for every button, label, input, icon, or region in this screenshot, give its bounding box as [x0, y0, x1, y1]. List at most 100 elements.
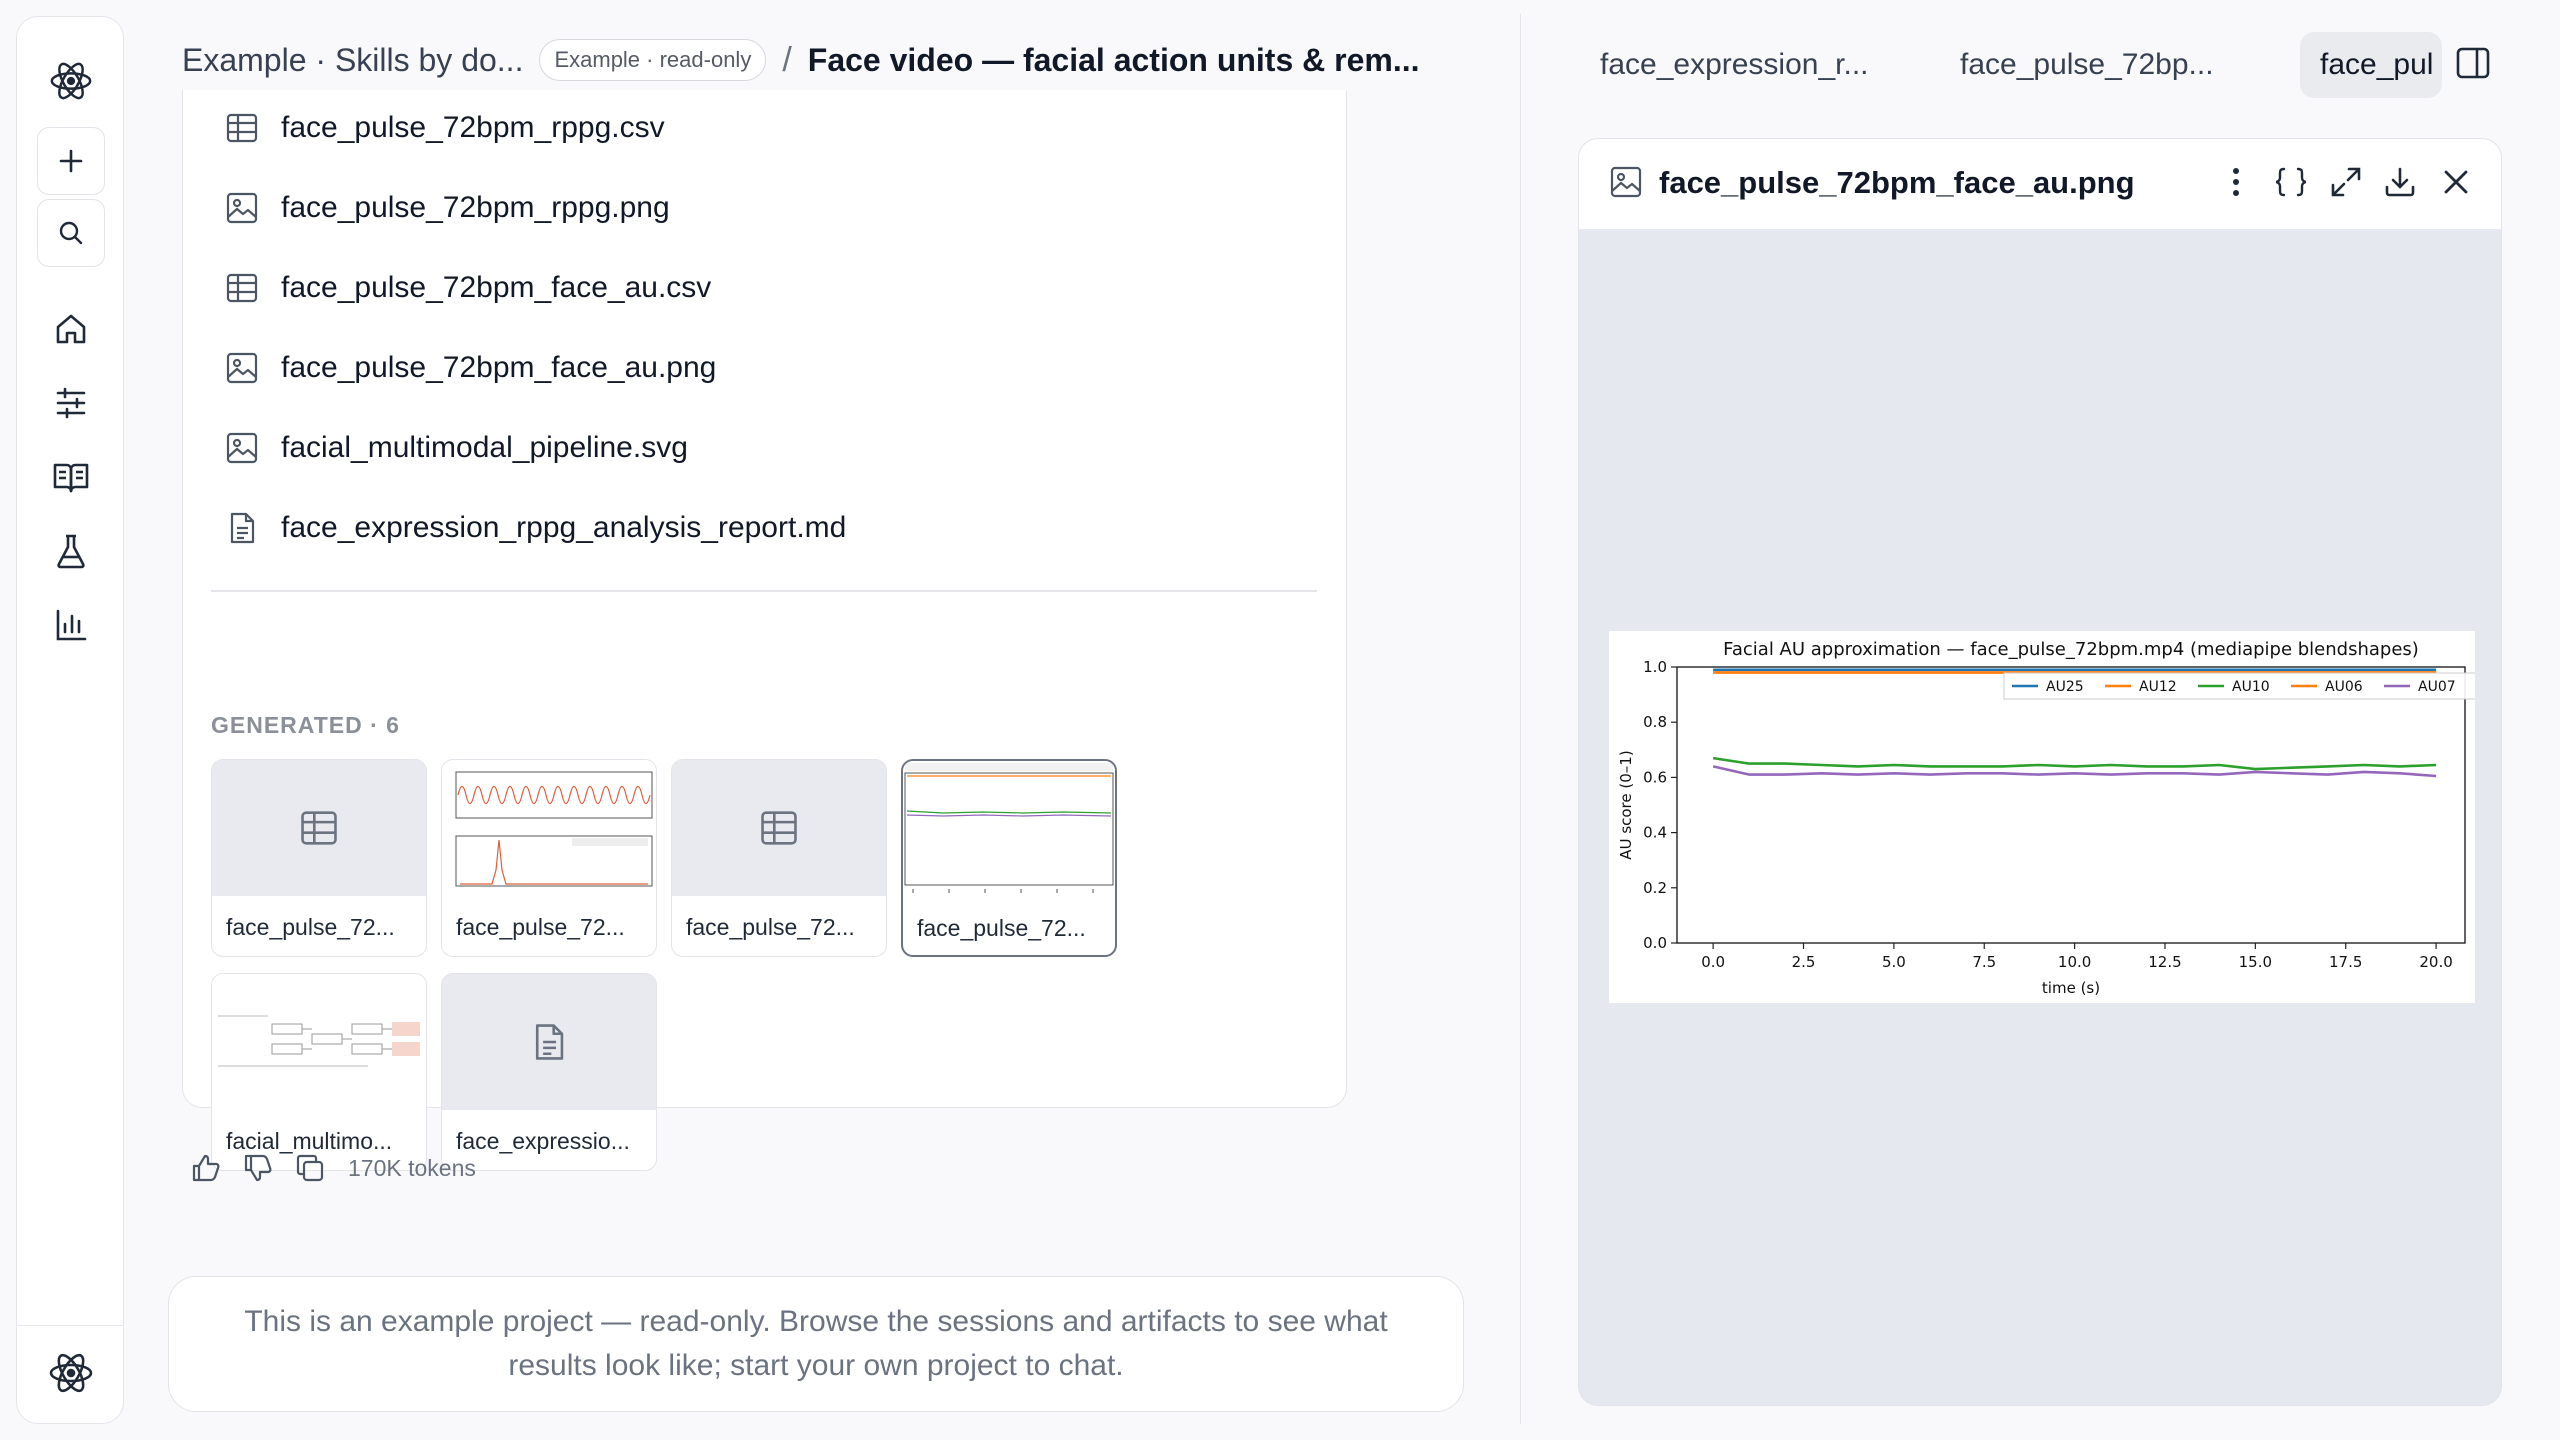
message-actions: 170K tokens [190, 1148, 476, 1188]
viewer-header: face_pulse_72bpm_face_au.png [1579, 139, 2501, 229]
thumbnail-name: face_pulse_72... [226, 914, 395, 940]
file-item[interactable]: facial_multimodal_pipeline.svg [225, 422, 688, 474]
y-tick-label: 0.6 [1643, 768, 1667, 786]
thumbnail-name: face_pulse_72... [456, 914, 625, 940]
thumbs-down-icon[interactable] [242, 1152, 274, 1184]
table-icon [761, 811, 797, 845]
series-line-au10 [1712, 756, 2437, 771]
atom-account-icon[interactable] [37, 1339, 105, 1407]
artifact-thumbnail-selected[interactable]: face_pulse_72... [901, 759, 1117, 957]
y-tick-label: 0.0 [1643, 934, 1667, 952]
json-braces-icon[interactable] [2273, 165, 2309, 199]
artifact-thumbnail[interactable]: face_pulse_72... [441, 759, 657, 957]
more-options-icon[interactable] [2219, 165, 2253, 199]
image-icon [226, 432, 258, 464]
new-session-button[interactable] [37, 127, 105, 195]
left-rail [16, 16, 124, 1424]
viewer-title: face_pulse_72bpm_face_au.png [1659, 165, 2135, 200]
y-tick-label: 1.0 [1643, 658, 1667, 676]
y-axis-label: AU score (0–1) [1617, 750, 1635, 859]
breadcrumb: Example · Skills by do... Example · read… [182, 34, 1420, 86]
expand-icon[interactable] [2329, 165, 2363, 199]
copy-icon[interactable] [294, 1152, 326, 1184]
tab-face-pulse-au[interactable]: face_pul [2300, 32, 2442, 98]
image-icon [226, 192, 258, 224]
artifact-thumbnail[interactable]: facial_multimo... [211, 973, 427, 1171]
flask-icon[interactable] [37, 517, 105, 585]
section-divider [211, 590, 1317, 592]
legend-label: AU10 [2232, 679, 2270, 695]
tab-face-pulse-rppg[interactable]: face_pulse_72bp... [1960, 38, 2260, 92]
download-icon[interactable] [2383, 165, 2417, 199]
au-chart: Facial AU approximation — face_pulse_72b… [1617, 639, 2478, 997]
atom-logo-icon[interactable] [37, 47, 105, 115]
file-item[interactable]: face_pulse_72bpm_face_au.png [225, 342, 716, 394]
book-icon[interactable] [37, 443, 105, 511]
chart-title: Facial AU approximation — face_pulse_72b… [1723, 639, 2419, 660]
thumbnail-preview [212, 760, 426, 896]
thumbs-up-icon[interactable] [190, 1152, 222, 1184]
table-icon [301, 811, 337, 845]
rail-divider [17, 1325, 123, 1326]
y-tick-label: 0.2 [1643, 879, 1667, 897]
file-item[interactable]: face_pulse_72bpm_rppg.csv [225, 102, 665, 154]
file-name: face_pulse_72bpm_rppg.csv [281, 111, 665, 144]
file-name: facial_multimodal_pipeline.svg [281, 431, 688, 464]
x-tick-label: 7.5 [1972, 953, 1996, 971]
thumbnail-preview [442, 974, 656, 1110]
read-only-notice: This is an example project — read-only. … [168, 1276, 1464, 1412]
x-tick-label: 2.5 [1792, 953, 1816, 971]
legend-label: AU25 [2046, 679, 2084, 695]
x-tick-label: 12.5 [2148, 953, 2181, 971]
session-title[interactable]: Face video — facial action units & rem..… [808, 42, 1420, 79]
file-name: face_pulse_72bpm_face_au.csv [281, 271, 712, 304]
au-chart-image: Facial AU approximation — face_pulse_72b… [1609, 631, 2478, 1003]
file-name: face_pulse_72bpm_rppg.png [281, 191, 670, 224]
x-tick-label: 0.0 [1701, 953, 1725, 971]
artifact-thumbnail[interactable]: face_expressio... [441, 973, 657, 1171]
plot-frame [1676, 666, 2466, 944]
read-only-badge: Example · read-only [539, 39, 767, 81]
thumbnail-preview [672, 760, 886, 896]
table-icon [226, 113, 258, 143]
home-icon[interactable] [37, 295, 105, 363]
document-icon [535, 1024, 564, 1060]
thumbnail-name: face_pulse_72... [917, 915, 1086, 941]
au-plot-preview [903, 761, 1115, 897]
artifact-thumbnail[interactable]: face_pulse_72... [671, 759, 887, 957]
document-icon [230, 512, 255, 544]
image-icon [1610, 166, 1642, 198]
series-line-au07 [1712, 765, 2437, 778]
artifact-thumbnail[interactable]: face_pulse_72... [211, 759, 427, 957]
legend-label: AU12 [2139, 679, 2177, 695]
legend-label: AU06 [2325, 679, 2363, 695]
artifact-viewer: face_pulse_72bpm_face_au.png Facial AU a… [1578, 138, 2502, 1406]
file-item[interactable]: face_expression_rppg_analysis_report.md [225, 502, 846, 554]
sliders-icon[interactable] [37, 369, 105, 437]
legend-label: AU07 [2418, 679, 2456, 695]
search-button[interactable] [37, 199, 105, 267]
x-tick-label: 20.0 [2419, 953, 2452, 971]
rppg-plot-preview [442, 760, 656, 896]
main-pane: Example · Skills by do... Example · read… [124, 0, 1520, 1440]
x-axis-label: time (s) [2042, 979, 2100, 997]
tab-face-expression-report[interactable]: face_expression_r... [1600, 38, 1900, 92]
file-item[interactable]: face_pulse_72bpm_rppg.png [225, 182, 670, 234]
y-tick-label: 0.8 [1643, 713, 1667, 731]
bar-chart-icon[interactable] [37, 591, 105, 659]
token-count: 170K tokens [348, 1154, 476, 1181]
generated-label: GENERATED · 6 [211, 712, 400, 738]
file-item[interactable]: face_pulse_72bpm_face_au.csv [225, 262, 711, 314]
breadcrumb-separator: / [782, 40, 792, 79]
image-icon [226, 352, 258, 384]
panel-toggle-icon[interactable] [2454, 44, 2492, 87]
file-name: face_expression_rppg_analysis_report.md [281, 511, 847, 544]
file-name: face_pulse_72bpm_face_au.png [281, 351, 717, 384]
artifacts-card: face_pulse_72bpm_rppg.csv face_pulse_72b… [182, 90, 1347, 1171]
breadcrumb-workspace[interactable]: Example · Skills by do... [182, 42, 523, 79]
x-tick-label: 15.0 [2239, 953, 2272, 971]
close-icon[interactable] [2439, 165, 2473, 199]
pane-divider[interactable] [1520, 14, 1521, 1424]
pipeline-diagram-preview [212, 974, 426, 1110]
x-tick-label: 10.0 [2058, 953, 2091, 971]
